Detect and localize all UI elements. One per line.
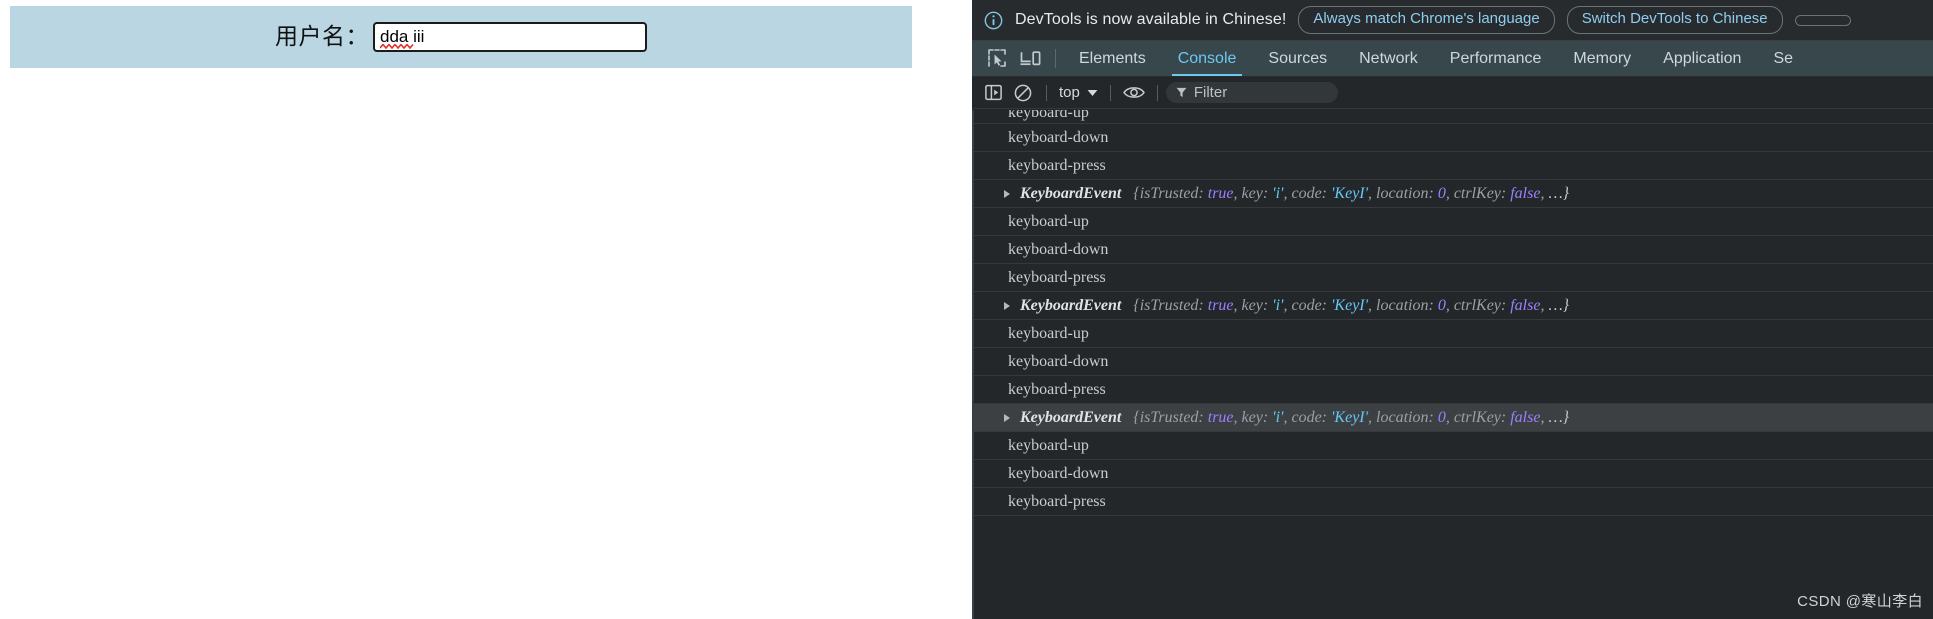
property-value: 'i' xyxy=(1272,409,1284,426)
property-key: code: xyxy=(1291,297,1331,314)
console-filter-placeholder: Filter xyxy=(1193,84,1228,101)
console-text-row: keyboard-up xyxy=(974,432,1933,460)
console-text-row: keyboard-down xyxy=(974,460,1933,488)
username-label: 用户名： xyxy=(275,22,369,49)
console-object-row[interactable]: KeyboardEvent {isTrusted: true, key: 'i',… xyxy=(974,180,1933,208)
clear-console-icon[interactable] xyxy=(1008,77,1038,109)
property-value: true xyxy=(1207,297,1234,314)
property-key: isTrusted: xyxy=(1139,297,1208,314)
username-form-row: 用户名： xyxy=(10,6,912,68)
username-input[interactable] xyxy=(373,22,647,52)
console-object-row[interactable]: KeyboardEvent {isTrusted: true, key: 'i',… xyxy=(974,404,1933,432)
info-circle-icon xyxy=(984,11,1003,29)
property-key: key: xyxy=(1241,185,1273,202)
console-message-list[interactable]: keyboard-up keyboard-down keyboard-press Ke… xyxy=(972,110,1933,619)
property-key: key: xyxy=(1241,297,1273,314)
property-key: ctrlKey: xyxy=(1453,297,1511,314)
console-text-row: keyboard-down xyxy=(974,348,1933,376)
console-text-row: keyboard-press xyxy=(974,264,1933,292)
console-object-row[interactable]: KeyboardEvent {isTrusted: true, key: 'i',… xyxy=(974,292,1933,320)
preview-ellipsis[interactable]: …} xyxy=(1548,297,1569,314)
console-text-row: keyboard-down xyxy=(974,124,1933,152)
console-text-row: keyboard-press xyxy=(974,488,1933,516)
property-value: 'KeyI' xyxy=(1331,409,1369,426)
console-text-row: keyboard-up xyxy=(974,320,1933,348)
property-value: true xyxy=(1207,409,1234,426)
console-text-row: keyboard-press xyxy=(974,152,1933,180)
property-key: location: xyxy=(1376,297,1438,314)
property-value: 'KeyI' xyxy=(1331,297,1369,314)
tabstrip-divider xyxy=(1055,49,1056,68)
object-property-preview: {isTrusted: true, key: 'i', code: 'KeyI'… xyxy=(1133,409,1570,426)
execution-context-selector[interactable]: top xyxy=(1055,84,1102,101)
tab-security[interactable]: Se xyxy=(1757,41,1809,76)
property-key: isTrusted: xyxy=(1139,185,1208,202)
property-value: 0 xyxy=(1437,297,1446,314)
web-page-pane: 用户名： xyxy=(0,0,912,619)
tab-console[interactable]: Console xyxy=(1162,41,1253,76)
infobar-dismiss-button[interactable] xyxy=(1794,14,1851,26)
devtools-panel: DevTools is now available in Chinese! Al… xyxy=(972,0,1933,619)
property-value: 0 xyxy=(1437,409,1446,426)
disclosure-triangle-icon[interactable] xyxy=(1004,413,1010,422)
filter-funnel-icon xyxy=(1176,87,1187,98)
tab-sources[interactable]: Sources xyxy=(1252,41,1343,76)
execution-context-label: top xyxy=(1059,84,1080,101)
property-key: location: xyxy=(1376,185,1438,202)
inspect-element-icon[interactable] xyxy=(980,41,1014,76)
toolbar-divider-3 xyxy=(1156,84,1158,101)
property-value: 'KeyI' xyxy=(1331,185,1369,202)
object-property-preview: {isTrusted: true, key: 'i', code: 'KeyI'… xyxy=(1133,185,1570,202)
always-match-chrome-language-button[interactable]: Always match Chrome's language xyxy=(1298,6,1555,34)
preview-ellipsis[interactable]: …} xyxy=(1548,409,1569,426)
object-constructor-name: KeyboardEvent xyxy=(1020,409,1122,426)
disclosure-triangle-icon[interactable] xyxy=(1004,301,1010,310)
property-value: 'i' xyxy=(1272,185,1284,202)
console-text-row: keyboard-up xyxy=(974,208,1933,236)
devtools-language-infobar: DevTools is now available in Chinese! Al… xyxy=(972,0,1933,41)
form-band: 用户名： xyxy=(10,6,912,68)
chevron-down-icon xyxy=(1087,89,1098,96)
username-input-wrapper xyxy=(369,22,647,52)
tab-elements[interactable]: Elements xyxy=(1063,41,1162,76)
property-key: code: xyxy=(1291,409,1331,426)
disclosure-triangle-icon[interactable] xyxy=(1004,189,1010,198)
object-property-preview: {isTrusted: true, key: 'i', code: 'KeyI'… xyxy=(1133,297,1570,314)
live-expression-eye-icon[interactable] xyxy=(1119,77,1149,109)
property-value: true xyxy=(1207,185,1234,202)
devtools-tabstrip: Elements Console Sources Network Perform… xyxy=(972,41,1933,77)
switch-devtools-to-chinese-button[interactable]: Switch DevTools to Chinese xyxy=(1566,6,1783,34)
toolbar-divider-1 xyxy=(1046,84,1047,101)
property-value: false xyxy=(1510,297,1541,314)
property-value: 'i' xyxy=(1272,297,1284,314)
preview-ellipsis[interactable]: …} xyxy=(1548,185,1569,202)
property-value: false xyxy=(1510,409,1541,426)
infobar-message: DevTools is now available in Chinese! xyxy=(1015,11,1287,28)
tab-memory[interactable]: Memory xyxy=(1557,41,1647,76)
toolbar-divider-2 xyxy=(1109,84,1111,101)
device-toolbar-icon[interactable] xyxy=(1014,41,1048,76)
object-constructor-name: KeyboardEvent xyxy=(1020,297,1122,314)
property-key: code: xyxy=(1291,185,1331,202)
property-key: ctrlKey: xyxy=(1453,409,1511,426)
tab-performance[interactable]: Performance xyxy=(1434,41,1558,76)
property-key: key: xyxy=(1241,409,1273,426)
property-value: false xyxy=(1510,185,1541,202)
console-text-row: keyboard-down xyxy=(974,236,1933,264)
console-filter-input[interactable]: Filter xyxy=(1165,82,1338,103)
property-key: location: xyxy=(1376,409,1438,426)
object-constructor-name: KeyboardEvent xyxy=(1020,185,1122,202)
property-key: isTrusted: xyxy=(1139,409,1208,426)
property-value: 0 xyxy=(1437,185,1446,202)
console-sidebar-icon[interactable] xyxy=(978,77,1008,109)
tab-network[interactable]: Network xyxy=(1343,41,1434,76)
tab-application[interactable]: Application xyxy=(1647,41,1757,76)
console-filter-toolbar: top Filter xyxy=(972,77,1933,109)
console-text-row: keyboard-up xyxy=(974,110,1933,124)
property-key: ctrlKey: xyxy=(1453,185,1511,202)
console-text-row: keyboard-press xyxy=(974,376,1933,404)
